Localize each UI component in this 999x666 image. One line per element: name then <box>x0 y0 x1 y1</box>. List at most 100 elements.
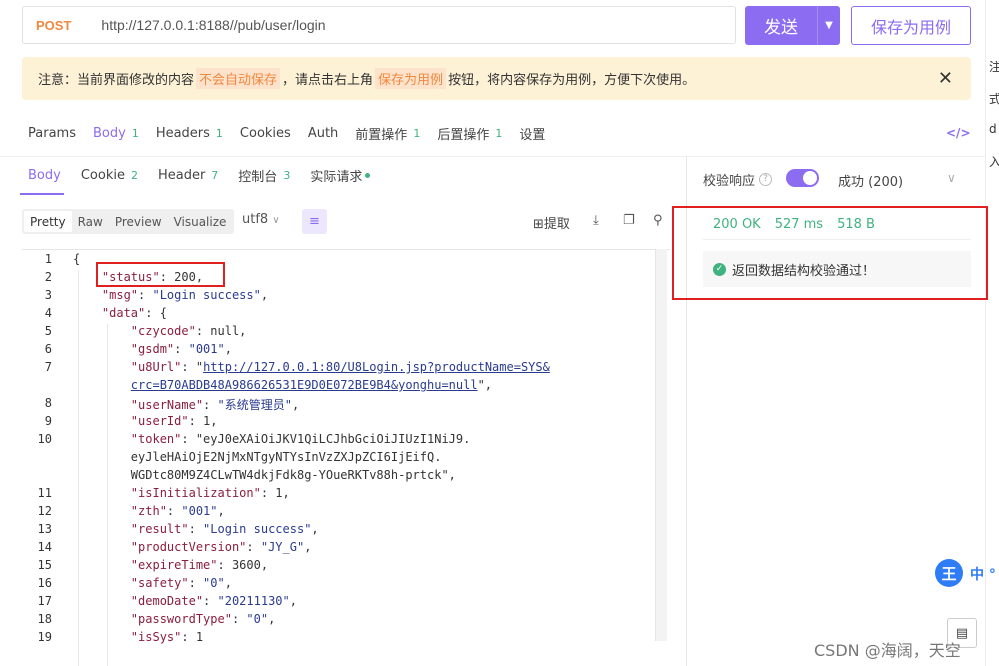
extract-button[interactable]: ⊞提取 <box>533 213 570 232</box>
line-number: 8 <box>44 396 52 410</box>
close-icon[interactable]: ✕ <box>938 68 953 89</box>
line-number: 10 <box>37 432 52 446</box>
line-number: 1 <box>44 252 52 266</box>
status-dot <box>365 172 371 178</box>
code-line: "productVersion": "JY_G", <box>130 540 312 554</box>
line-number: 6 <box>44 342 52 356</box>
notice-highlight-1: 不会自动保存 <box>196 68 281 89</box>
method-select[interactable]: POST <box>36 18 71 33</box>
tab-label: Auth <box>307 126 339 141</box>
ime-icon[interactable]: 王 <box>935 559 963 587</box>
line-number: 16 <box>37 576 52 590</box>
line-number: 15 <box>37 558 52 572</box>
tab-label: 控制台 <box>238 169 278 185</box>
code-line: { <box>73 252 81 266</box>
line-number: 9 <box>44 414 52 428</box>
tab-label: Cookies <box>239 126 291 141</box>
line-number: 7 <box>44 360 52 374</box>
tab-response-body[interactable]: Body <box>28 165 61 185</box>
send-button[interactable]: 发送 ▼ <box>745 6 840 45</box>
highlight-box-result <box>672 206 988 300</box>
help-icon[interactable]: ? <box>759 173 773 186</box>
tab-response-header[interactable]: Header 7 <box>158 165 218 185</box>
code-line: "result": "Login success", <box>130 522 319 536</box>
line-number: 18 <box>37 612 52 626</box>
tab-count: 1 <box>495 127 503 140</box>
code-line: "czycode": null, <box>130 324 247 338</box>
line-number: 11 <box>37 486 52 500</box>
line-number: 13 <box>37 522 52 536</box>
chevron-down-icon[interactable]: ▼ <box>818 20 840 31</box>
line-number: 17 <box>37 594 52 608</box>
tab-params[interactable]: Params <box>28 124 76 143</box>
search-icon[interactable]: ⚲ <box>653 213 663 228</box>
code-line: eyJleHAiOjE2NjMxNTgyNTYsInVzZXJpZCI6IjEi… <box>73 450 442 464</box>
response-status-select[interactable]: 成功 (200) <box>838 171 903 190</box>
tab-label: 后置操作 <box>437 128 490 143</box>
code-line: "isSys": 1 <box>130 630 204 644</box>
copy-icon[interactable]: ❐ <box>623 213 635 228</box>
edge-text-3: d <box>989 122 997 136</box>
tab-label: 前置操作 <box>355 128 408 143</box>
code-line: "token": "eyJ0eXAiOiJKV1QiLCJhbGciOiJIUz… <box>130 432 471 446</box>
indent-guide <box>107 324 108 666</box>
toggle-knob <box>803 171 817 185</box>
tab-cookies[interactable]: Cookies <box>240 124 291 143</box>
edge-text-1: 注 <box>989 60 999 74</box>
tab-label: 设置 <box>519 128 546 143</box>
view-raw[interactable]: Raw <box>72 211 109 232</box>
tab-post-actions[interactable]: 后置操作 1 <box>437 124 502 143</box>
download-icon[interactable]: ⤓ <box>593 213 599 228</box>
code-line: "expireTime": 3600, <box>130 558 269 572</box>
wrap-lines-icon[interactable]: ≡ <box>302 209 327 234</box>
tab-settings[interactable]: 设置 <box>519 124 545 143</box>
line-number: 2 <box>44 270 52 284</box>
tab-pre-actions[interactable]: 前置操作 1 <box>355 124 420 143</box>
tab-auth[interactable]: Auth <box>308 124 338 143</box>
response-code-view[interactable]: 1{2 "status": 200, 3 "msg": "Login succes… <box>22 249 670 666</box>
tab-count: 7 <box>211 168 219 182</box>
line-number: 12 <box>37 504 52 518</box>
url-input[interactable]: http://127.0.0.1:8188//pub/user/login <box>101 17 325 33</box>
encoding-value: utf8 <box>242 212 269 227</box>
tab-count: 2 <box>130 168 138 182</box>
code-icon[interactable]: </> <box>946 126 971 140</box>
code-line: "safety": "0", <box>130 576 232 590</box>
code-line: "u8Url": "http://127.0.0.1:80/U8Login.js… <box>130 360 550 374</box>
tab-label: 实际请求 <box>310 169 363 185</box>
tab-console[interactable]: 控制台 3 <box>238 165 290 185</box>
encoding-select[interactable]: utf8 ∨ <box>242 212 280 227</box>
line-number: 5 <box>44 324 52 338</box>
view-preview[interactable]: Preview <box>109 211 168 232</box>
tab-label: Headers <box>155 126 210 141</box>
code-line: "isInitialization": 1, <box>130 486 290 500</box>
code-line: "msg": "Login success", <box>101 288 269 302</box>
send-label: 发送 <box>764 18 798 38</box>
url-bar[interactable]: POST http://127.0.0.1:8188//pub/user/log… <box>22 6 736 44</box>
edge-text-2: 式 <box>989 92 999 106</box>
tab-label: Params <box>28 126 76 141</box>
validate-toggle[interactable] <box>786 169 819 187</box>
save-as-case-button[interactable]: 保存为用例 <box>851 6 971 45</box>
tab-label: Body <box>28 167 61 183</box>
code-line: WGDtc80M9Z4CLwTW4dkjFdk8g-YOueRKTv88h-pr… <box>73 468 456 482</box>
view-pretty[interactable]: Pretty <box>24 211 72 232</box>
chevron-down-icon[interactable]: ∨ <box>947 171 956 185</box>
ime-mode-text[interactable]: 中 ° <box>970 564 996 584</box>
code-line: "userId": 1, <box>130 414 218 428</box>
watermark: CSDN @海阔，天空 <box>814 641 961 660</box>
view-visualize[interactable]: Visualize <box>168 211 233 232</box>
line-number: 14 <box>37 540 52 554</box>
code-line: "data": { <box>101 306 167 320</box>
scrollbar[interactable] <box>655 249 667 641</box>
tab-label: Header <box>157 167 206 183</box>
tab-actual-request[interactable]: 实际请求 <box>310 165 371 185</box>
view-mode-group: Pretty Raw Preview Visualize <box>22 209 235 234</box>
code-line: "passwordType": "0", <box>130 612 276 626</box>
tab-headers[interactable]: Headers 1 <box>156 124 223 143</box>
request-tabs: Params Body 1 Headers 1 Cookies Auth 前置操作 1… <box>28 124 562 143</box>
tab-body[interactable]: Body 1 <box>93 124 139 143</box>
response-tabs: Body Cookie 2 Header 7 控制台 3 实际请求 <box>28 165 390 185</box>
tab-count: 1 <box>413 127 421 140</box>
tab-response-cookie[interactable]: Cookie 2 <box>81 165 138 185</box>
